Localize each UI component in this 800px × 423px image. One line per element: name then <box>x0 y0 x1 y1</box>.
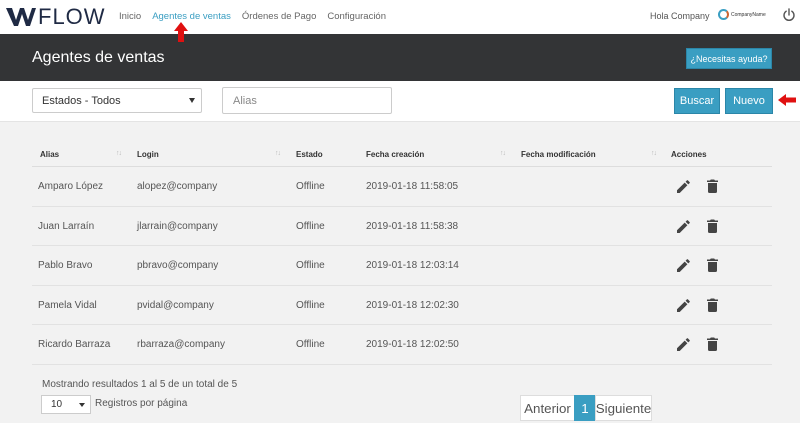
cell-login: rbarraza@company <box>137 339 225 351</box>
pagination-prev-button[interactable]: Anterior <box>520 395 575 421</box>
sort-icon[interactable]: ↑↓ <box>116 150 122 157</box>
chevron-down-icon <box>79 403 85 407</box>
column-header-acciones: Acciones <box>671 150 707 159</box>
trash-icon[interactable] <box>707 179 718 193</box>
nav-link-inicio[interactable]: Inicio <box>119 11 141 22</box>
table-row: Pablo Bravo pbravo@company Offline 2019-… <box>32 246 772 286</box>
cell-alias: Ricardo Barraza <box>38 339 111 351</box>
per-page-value: 10 <box>51 399 63 410</box>
sort-icon[interactable]: ↑↓ <box>651 150 657 157</box>
brand-name: FLOW <box>38 4 106 29</box>
cell-estado: Offline <box>296 181 325 192</box>
top-navbar: FLOW Inicio Agentes de ventas Órdenes de… <box>0 0 800 34</box>
status-select[interactable]: Estados - Todos <box>32 88 202 113</box>
pagination-next-button[interactable]: Siguiente <box>595 395 652 421</box>
company-logo: CompanyName <box>718 9 766 20</box>
cell-alias: Pablo Bravo <box>38 260 93 272</box>
status-select-value: Estados - Todos <box>42 94 121 107</box>
cell-alias: Pamela Vidal <box>38 299 97 311</box>
nav-link-configuracion[interactable]: Configuración <box>327 11 386 22</box>
edit-pencil-icon[interactable] <box>677 180 690 193</box>
cell-alias: Juan Larraín <box>38 220 95 232</box>
chevron-down-icon <box>189 98 195 103</box>
edit-pencil-icon[interactable] <box>677 219 690 233</box>
column-header-login[interactable]: Login <box>137 150 159 159</box>
trash-icon[interactable] <box>707 337 718 352</box>
page-title: Agentes de ventas <box>32 49 165 66</box>
company-logo-icon <box>718 9 729 20</box>
results-summary: Mostrando resultados 1 al 5 de un total … <box>42 379 238 390</box>
company-name: CompanyName <box>731 11 766 18</box>
cell-fecha-creacion: 2019-01-18 12:02:30 <box>366 299 459 311</box>
table-row: Juan Larraín jlarrain@company Offline 20… <box>32 207 772 247</box>
sort-icon[interactable]: ↑↓ <box>500 150 506 157</box>
column-header-fecha-creacion[interactable]: Fecha creación <box>366 150 424 159</box>
main-nav: Inicio Agentes de ventas Órdenes de Pago… <box>119 11 397 22</box>
cell-estado: Offline <box>296 260 325 272</box>
help-button[interactable]: ¿Necesitas ayuda? <box>686 48 772 69</box>
page-header: Agentes de ventas <box>0 34 800 81</box>
table-row: Pamela Vidal pvidal@company Offline 2019… <box>32 286 772 326</box>
new-agent-button[interactable]: Nuevo <box>725 88 773 114</box>
trash-icon[interactable] <box>707 298 718 312</box>
pagination: Anterior 1 Siguiente <box>520 395 652 421</box>
per-page-label: Registros por página <box>95 398 188 409</box>
sort-icon[interactable]: ↑↓ <box>275 150 281 157</box>
arrow-left-annotation-icon <box>778 94 796 106</box>
cell-fecha-creacion: 2019-01-18 11:58:05 <box>366 181 459 192</box>
cell-estado: Offline <box>296 220 325 232</box>
agents-table: Alias ↑↓ Login ↑↓ Estado Fecha creación … <box>32 142 772 365</box>
nav-link-agentes[interactable]: Agentes de ventas <box>152 11 231 22</box>
table-header: Alias ↑↓ Login ↑↓ Estado Fecha creación … <box>32 142 772 167</box>
power-icon[interactable] <box>782 8 796 22</box>
edit-pencil-icon[interactable] <box>677 338 690 352</box>
arrow-up-annotation-icon <box>174 22 188 42</box>
cell-fecha-creacion: 2019-01-18 12:02:50 <box>366 339 459 351</box>
per-page-select[interactable]: 10 <box>41 395 91 414</box>
column-header-fecha-modificacion[interactable]: Fecha modificación <box>521 150 596 159</box>
pagination-page-button[interactable]: 1 <box>574 395 596 421</box>
user-greeting: Hola Company <box>650 11 710 21</box>
column-header-estado: Estado <box>296 150 323 159</box>
cell-fecha-creacion: 2019-01-18 12:03:14 <box>366 260 459 272</box>
cell-alias: Amparo López <box>38 181 104 192</box>
brand-logo[interactable]: FLOW <box>6 6 106 28</box>
nav-link-ordenes[interactable]: Órdenes de Pago <box>242 11 316 22</box>
cell-fecha-creacion: 2019-01-18 11:58:38 <box>366 220 459 232</box>
search-button[interactable]: Buscar <box>674 88 720 114</box>
cell-estado: Offline <box>296 339 325 351</box>
alias-input[interactable] <box>222 87 392 114</box>
cell-login: pbravo@company <box>137 260 219 272</box>
column-header-alias[interactable]: Alias <box>40 150 59 159</box>
cell-login: alopez@company <box>137 181 218 192</box>
table-row: Amparo López alopez@company Offline 2019… <box>32 167 772 207</box>
cell-estado: Offline <box>296 299 325 311</box>
trash-icon[interactable] <box>707 258 718 273</box>
edit-pencil-icon[interactable] <box>677 259 690 273</box>
table-row: Ricardo Barraza rbarraza@company Offline… <box>32 325 772 365</box>
trash-icon[interactable] <box>707 219 718 233</box>
edit-pencil-icon[interactable] <box>677 298 690 312</box>
flow-logo-icon <box>6 8 36 26</box>
cell-login: jlarrain@company <box>137 220 218 232</box>
cell-login: pvidal@company <box>137 299 214 311</box>
